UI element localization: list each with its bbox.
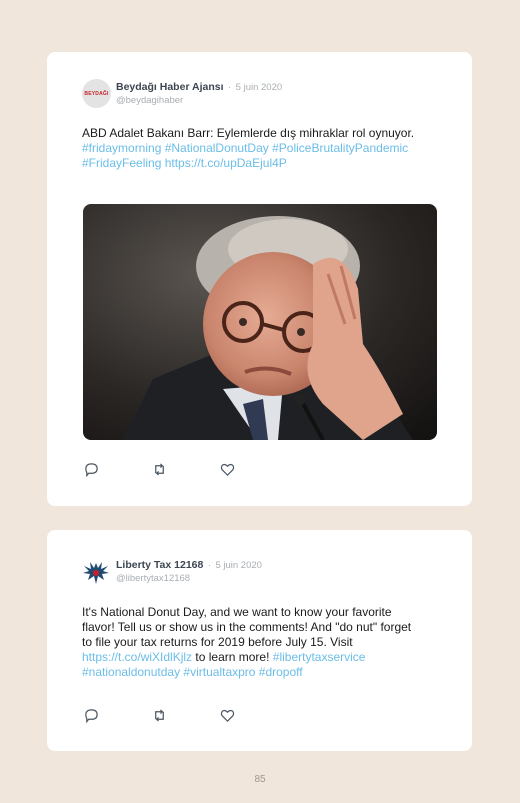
tweet-text-after-link: to learn more!: [195, 650, 270, 664]
tweet-card: BEYDAĞI Beydağı Haber Ajansı · 5 juin 20…: [47, 52, 472, 506]
author-handle[interactable]: @beydagihaber: [116, 94, 282, 107]
tweet-date[interactable]: 5 juin 2020: [236, 82, 282, 93]
tweet-card: Liberty Tax 12168 · 5 juin 2020 @liberty…: [47, 530, 472, 751]
tweet-actions: [84, 708, 288, 723]
author-name[interactable]: Beydağı Haber Ajansı: [116, 81, 224, 93]
tweet-link[interactable]: https://t.co/wiXIdlKjlz: [82, 650, 192, 664]
tweet-text: It's National Donut Day, and we want to …: [82, 605, 422, 680]
tweet-header: BEYDAĞI Beydağı Haber Ajansı · 5 juin 20…: [82, 79, 282, 108]
tweet-text: ABD Adalet Bakanı Barr: Eylemlerde dış m…: [82, 126, 422, 171]
tweet-link[interactable]: https://t.co/upDaEjul4P: [165, 156, 287, 170]
tweet-meta: Beydağı Haber Ajansı · 5 juin 2020 @beyd…: [116, 79, 282, 107]
author-name[interactable]: Liberty Tax 12168: [116, 559, 203, 571]
author-handle[interactable]: @libertytax12168: [116, 572, 262, 585]
tweet-date[interactable]: 5 juin 2020: [215, 560, 261, 571]
tweet-actions: [84, 462, 288, 477]
portrait-photo: [83, 204, 437, 440]
tweet-header: Liberty Tax 12168 · 5 juin 2020 @liberty…: [82, 557, 262, 586]
retweet-icon[interactable]: [152, 708, 167, 723]
tweet-photo[interactable]: [83, 204, 437, 440]
retweet-icon[interactable]: [152, 462, 167, 477]
meta-separator: ·: [207, 560, 211, 571]
page-number: 85: [254, 774, 266, 785]
statue-of-liberty-logo-icon: [83, 562, 109, 584]
reply-icon[interactable]: [84, 462, 99, 477]
avatar-logo-text: BEYDAĞI: [84, 90, 109, 97]
meta-separator: ·: [228, 82, 232, 93]
like-icon[interactable]: [220, 708, 235, 723]
reply-icon[interactable]: [84, 708, 99, 723]
avatar[interactable]: [82, 557, 111, 586]
tweet-meta: Liberty Tax 12168 · 5 juin 2020 @liberty…: [116, 557, 262, 585]
avatar[interactable]: BEYDAĞI: [82, 79, 111, 108]
like-icon[interactable]: [220, 462, 235, 477]
tweet-text-plain: It's National Donut Day, and we want to …: [82, 605, 412, 649]
tweet-text-plain: ABD Adalet Bakanı Barr: Eylemlerde dış m…: [82, 126, 415, 140]
